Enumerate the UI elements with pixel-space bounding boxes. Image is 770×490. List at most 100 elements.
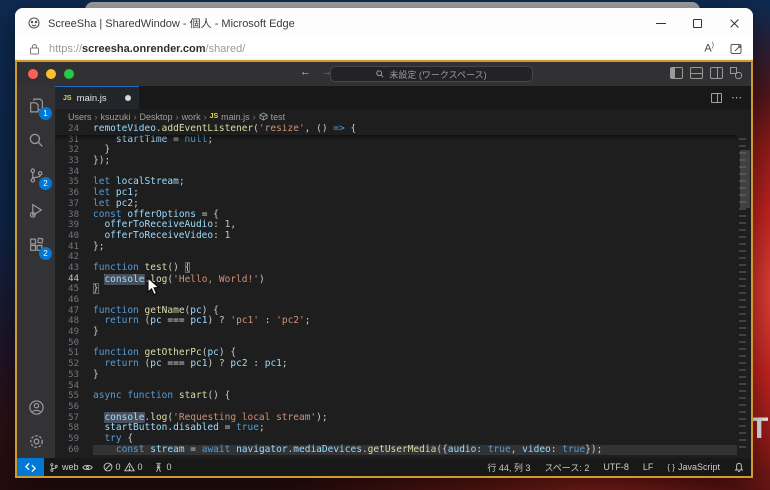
- traffic-minimize-button[interactable]: [46, 69, 56, 79]
- line-number: 53: [68, 369, 79, 380]
- remote-indicator[interactable]: [17, 458, 44, 476]
- command-center-search[interactable]: 未設定 (ワークスペース): [330, 66, 533, 82]
- scrollbar-thumb[interactable]: [740, 150, 750, 208]
- toggle-panel-icon[interactable]: [690, 67, 703, 79]
- status-bar: web 0 0 0 行 44, 列 3 スペース: 2 UTF-8 LF {}…: [17, 458, 751, 476]
- url-bar[interactable]: https://screesha.onrender.com/shared/ A): [15, 38, 753, 60]
- code-line[interactable]: 35 let localStream;: [55, 177, 751, 188]
- explorer-icon[interactable]: 1: [24, 94, 52, 120]
- line-number: 34: [68, 166, 79, 177]
- source-control-badge: 2: [39, 177, 52, 190]
- breadcrumb-item-symbol[interactable]: test: [271, 112, 286, 122]
- notifications-status[interactable]: [727, 462, 751, 473]
- tab-bar: JS main.js ⋯: [55, 86, 751, 109]
- minimize-button[interactable]: [642, 8, 679, 38]
- search-view-icon[interactable]: [24, 129, 48, 151]
- braces-icon: { }: [667, 462, 675, 472]
- toggle-sidebar-icon[interactable]: [670, 67, 683, 79]
- line-number: 48: [68, 316, 79, 327]
- source-control-icon[interactable]: 2: [24, 164, 52, 190]
- window-title: ScreeSha | SharedWindow - 個人 - Microsoft…: [48, 18, 295, 30]
- language-status[interactable]: { } JavaScript: [660, 462, 727, 472]
- code-line[interactable]: 49}: [55, 326, 751, 338]
- code-line[interactable]: 48 return (pc === pc1) ? 'pc1' : 'pc2';: [55, 316, 751, 327]
- modified-dot-icon[interactable]: [125, 95, 131, 101]
- code-line[interactable]: 58 startButton.disabled = true;: [55, 422, 751, 434]
- line-number: 40: [68, 230, 79, 241]
- nav-back-icon[interactable]: ←: [300, 66, 311, 78]
- breadcrumb-item[interactable]: Desktop: [140, 112, 173, 122]
- browser-titlebar: ScreeSha | SharedWindow - 個人 - Microsoft…: [15, 8, 753, 38]
- line-number: 60: [68, 444, 79, 455]
- indent-status[interactable]: スペース: 2: [537, 461, 596, 474]
- code-line[interactable]: 40 offerToReceiveVideo: 1: [55, 230, 751, 242]
- js-file-icon: JS: [209, 113, 219, 120]
- branch-icon: [50, 462, 58, 472]
- line-number: 41: [68, 241, 79, 252]
- close-button[interactable]: [716, 8, 753, 38]
- line-number: 47: [68, 305, 79, 316]
- line-number: 36: [68, 188, 79, 199]
- settings-gear-icon[interactable]: [24, 430, 48, 452]
- breadcrumb-item[interactable]: work: [182, 112, 201, 122]
- toggle-secondary-sidebar-icon[interactable]: [710, 67, 723, 79]
- extensions-icon[interactable]: 2: [24, 234, 52, 260]
- eol-status[interactable]: LF: [636, 462, 661, 472]
- line-number: 52: [68, 359, 79, 370]
- problems-status[interactable]: 0 0: [98, 458, 148, 476]
- customize-layout-icon[interactable]: [730, 67, 743, 79]
- radio-tower-icon: [155, 462, 161, 472]
- page-actions-icon[interactable]: [730, 43, 743, 55]
- traffic-close-button[interactable]: [28, 69, 38, 79]
- line-number: 50: [68, 337, 79, 348]
- line-number: 33: [68, 156, 79, 167]
- ports-status[interactable]: 0: [148, 458, 177, 476]
- split-editor-icon[interactable]: [711, 92, 722, 103]
- code-line[interactable]: 52 return (pc === pc1) ? pc2 : pc1;: [55, 358, 751, 370]
- code-line[interactable]: 32 }: [55, 145, 751, 156]
- breadcrumb-item[interactable]: ksuzuki: [101, 112, 131, 122]
- code-line[interactable]: 53}: [55, 369, 751, 381]
- tab-main-js[interactable]: JS main.js: [55, 86, 139, 109]
- maximize-button[interactable]: [679, 8, 716, 38]
- errors-icon: [103, 462, 112, 472]
- more-actions-icon[interactable]: ⋯: [731, 92, 743, 103]
- line-number: 58: [68, 423, 79, 434]
- extensions-badge: 2: [39, 247, 52, 260]
- line-number: 45: [68, 284, 79, 295]
- breadcrumb-item-file[interactable]: main.js: [221, 112, 250, 122]
- line-number: 42: [68, 252, 79, 263]
- lock-icon: [30, 43, 39, 54]
- code-line[interactable]: 36 let pc1;: [55, 187, 751, 199]
- url-text[interactable]: https://screesha.onrender.com/shared/: [49, 43, 245, 55]
- line-number: 54: [68, 380, 79, 391]
- traffic-zoom-button[interactable]: [64, 69, 74, 79]
- symbol-method-icon: [259, 112, 268, 121]
- line-number: 43: [68, 262, 79, 273]
- code-line[interactable]: 24 remoteVideo.addEventListener('resize',…: [55, 124, 751, 135]
- code-line[interactable]: 43 function test() {: [55, 261, 751, 274]
- line-number: 38: [68, 209, 79, 220]
- bell-icon: [734, 462, 744, 472]
- sticky-scroll-line[interactable]: 24 remoteVideo.addEventListener('resize',…: [55, 124, 751, 135]
- run-debug-icon[interactable]: [24, 199, 48, 221]
- line-number: 46: [68, 295, 79, 305]
- code-line[interactable]: 55 async function start() {: [55, 390, 751, 402]
- wallpaper-text: TI: [750, 412, 770, 445]
- code-line[interactable]: 41};: [55, 241, 751, 253]
- read-aloud-icon[interactable]: A): [704, 42, 714, 55]
- code-line[interactable]: 31 startTime = null;: [55, 134, 751, 146]
- breadcrumb-item[interactable]: Users: [68, 112, 92, 122]
- account-icon[interactable]: [24, 396, 48, 418]
- code-line[interactable]: 60 const stream = await navigator.mediaD…: [55, 444, 751, 456]
- watch-icon: [81, 464, 93, 470]
- breadcrumb: Users › ksuzuki › Desktop › work › JS ma…: [68, 111, 286, 122]
- line-col-status[interactable]: 行 44, 列 3: [480, 461, 537, 474]
- warnings-icon: [123, 462, 135, 472]
- branch-status[interactable]: web: [44, 458, 98, 476]
- tab-label: main.js: [76, 92, 107, 104]
- line-number: 56: [68, 401, 79, 412]
- line-number: 32: [68, 145, 79, 156]
- code-line[interactable]: 33});: [55, 155, 751, 167]
- encoding-status[interactable]: UTF-8: [596, 462, 636, 472]
